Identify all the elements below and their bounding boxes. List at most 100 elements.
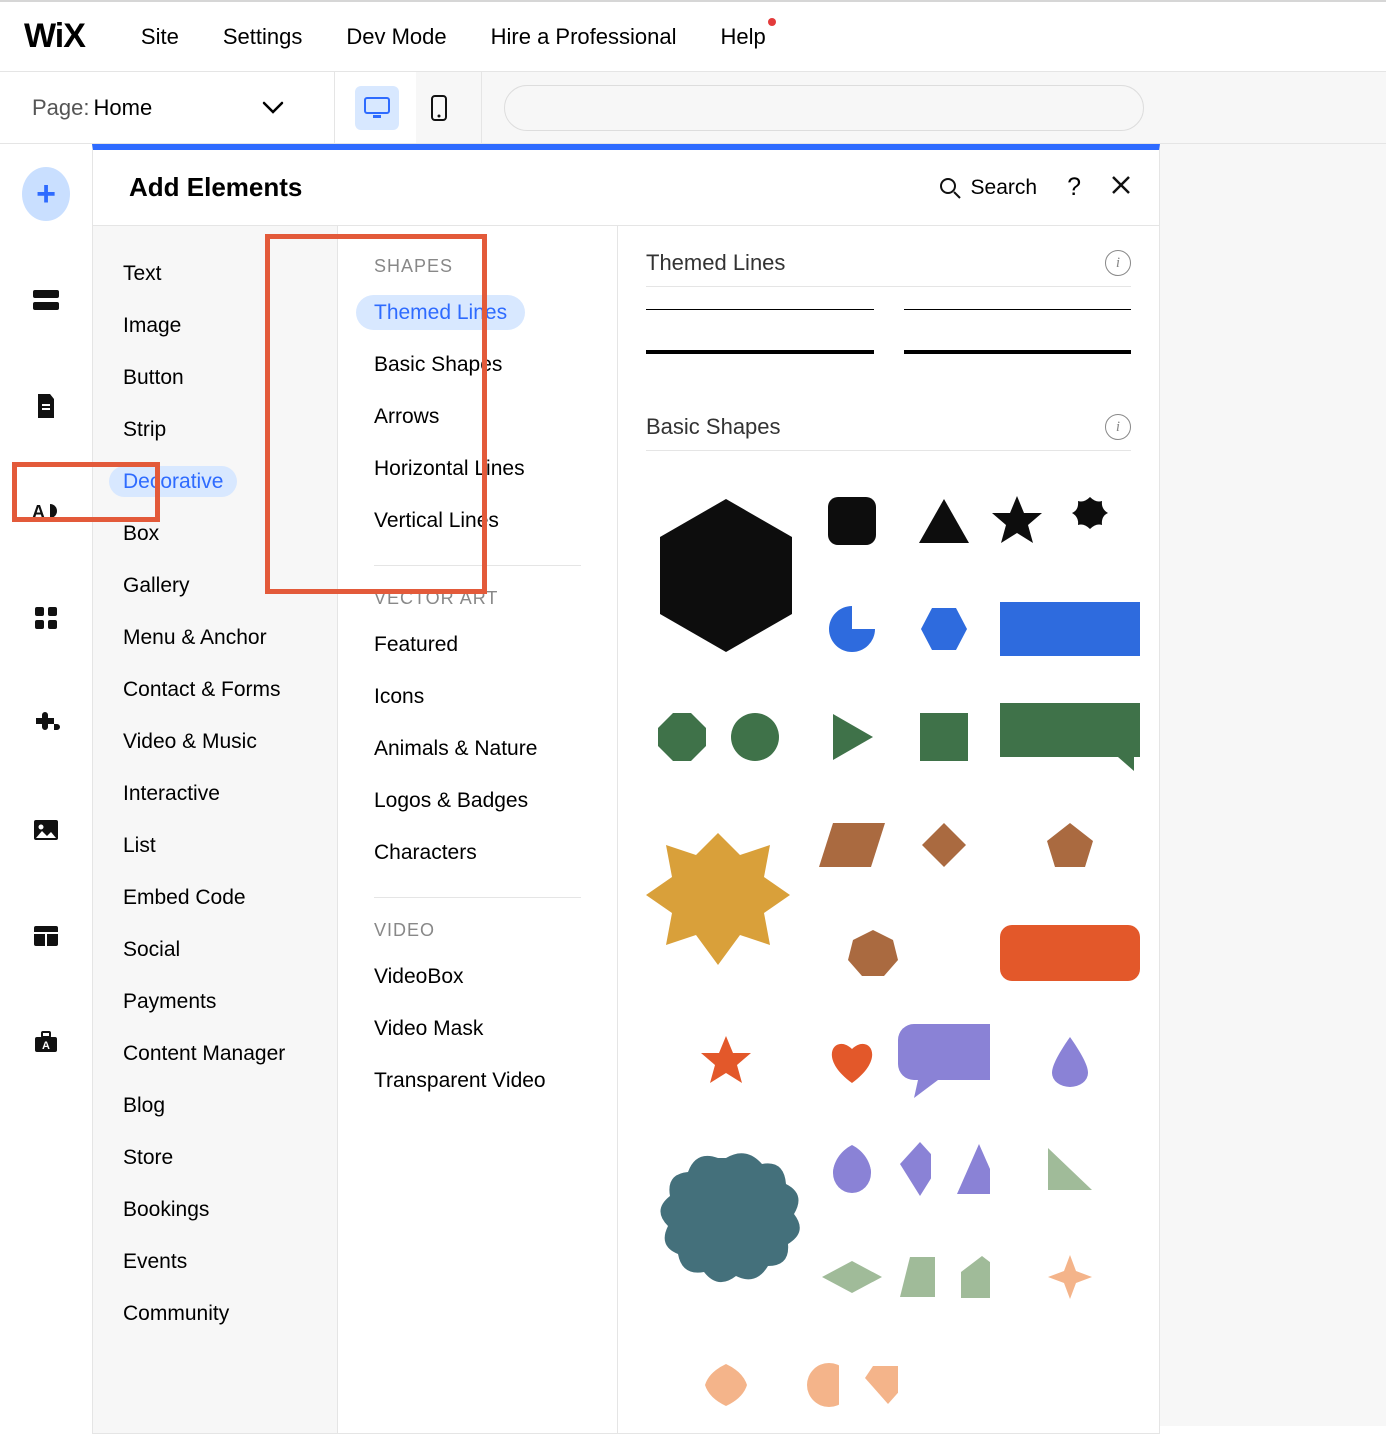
basic-shapes-grid — [646, 473, 1131, 1433]
info-icon[interactable]: i — [1105, 414, 1131, 440]
shape-diamond-brown[interactable] — [898, 797, 990, 893]
info-icon[interactable]: i — [1105, 250, 1131, 276]
cat-menu-anchor[interactable]: Menu & Anchor — [93, 612, 337, 664]
shape-rounded-square-black[interactable] — [806, 473, 898, 569]
shape-circle-peach[interactable] — [806, 1362, 839, 1408]
sub-themed-lines[interactable]: Themed Lines — [338, 287, 617, 339]
sub-transparent-video[interactable]: Transparent Video — [338, 1055, 617, 1107]
shape-flat-diamond-sage[interactable] — [806, 1229, 898, 1325]
shape-circle-green[interactable] — [730, 712, 780, 762]
cat-contact-forms[interactable]: Contact & Forms — [93, 664, 337, 716]
cat-content-manager[interactable]: Content Manager — [93, 1028, 337, 1080]
cat-box[interactable]: Box — [93, 508, 337, 560]
shape-play-green[interactable] — [806, 689, 898, 785]
puzzle-icon — [32, 710, 60, 738]
cat-bookings[interactable]: Bookings — [93, 1184, 337, 1236]
sub-video-mask[interactable]: Video Mask — [338, 1003, 617, 1055]
shape-diamond-rounded-peach[interactable] — [646, 1337, 806, 1433]
pages-rail-button[interactable] — [22, 382, 70, 430]
shape-egg-purple[interactable] — [806, 1121, 898, 1217]
shape-sparkle-peach[interactable] — [990, 1229, 1150, 1325]
shape-burst-black[interactable] — [1064, 495, 1116, 547]
menu-site[interactable]: Site — [141, 24, 179, 50]
mobile-device-button[interactable] — [417, 86, 461, 130]
menu-hire-professional[interactable]: Hire a Professional — [491, 24, 677, 50]
cat-strip[interactable]: Strip — [93, 404, 337, 456]
chevron-down-icon[interactable] — [262, 101, 284, 115]
shape-house-sage[interactable] — [959, 1254, 990, 1300]
line-sample-thin[interactable] — [904, 309, 1132, 310]
shape-sunburst-gold[interactable] — [646, 797, 806, 1001]
shape-parallelogram-brown[interactable] — [806, 797, 898, 893]
menu-settings[interactable]: Settings — [223, 24, 303, 50]
shape-rectangle-blue[interactable] — [990, 581, 1150, 677]
cat-gallery[interactable]: Gallery — [93, 560, 337, 612]
sub-arrows[interactable]: Arrows — [338, 391, 617, 443]
shape-cone-purple[interactable] — [955, 1142, 990, 1196]
desktop-device-button[interactable] — [355, 86, 399, 130]
sub-featured[interactable]: Featured — [338, 619, 617, 671]
panel-search-button[interactable]: Search — [939, 176, 1038, 200]
cat-interactive[interactable]: Interactive — [93, 768, 337, 820]
sub-videobox[interactable]: VideoBox — [338, 951, 617, 1003]
toolbar-search-input[interactable] — [504, 85, 1144, 131]
shape-drop-purple[interactable] — [990, 1013, 1150, 1109]
business-rail-button[interactable]: A — [22, 1018, 70, 1066]
line-sample-thick[interactable] — [904, 350, 1132, 354]
sub-basic-shapes[interactable]: Basic Shapes — [338, 339, 617, 391]
shape-triangle-black[interactable] — [898, 473, 990, 569]
shape-trapezoid-sage[interactable] — [898, 1255, 935, 1299]
shape-pentagon-brown[interactable] — [990, 797, 1150, 893]
sub-horizontal-lines[interactable]: Horizontal Lines — [338, 443, 617, 495]
page-name[interactable]: Home — [94, 95, 153, 121]
cat-store[interactable]: Store — [93, 1132, 337, 1184]
sub-vertical-lines[interactable]: Vertical Lines — [338, 495, 617, 547]
cat-embed-code[interactable]: Embed Code — [93, 872, 337, 924]
shape-kite-purple[interactable] — [898, 1140, 931, 1198]
line-sample-thin[interactable] — [646, 309, 874, 310]
sub-animals-nature[interactable]: Animals & Nature — [338, 723, 617, 775]
cat-events[interactable]: Events — [93, 1236, 337, 1288]
design-rail-button[interactable]: A — [22, 488, 70, 536]
shape-speech-rect-green[interactable] — [990, 689, 1150, 785]
shape-star-black[interactable] — [990, 494, 1044, 548]
apps-rail-button[interactable] — [22, 594, 70, 642]
addons-rail-button[interactable] — [22, 700, 70, 748]
sub-logos-badges[interactable]: Logos & Badges — [338, 775, 617, 827]
shape-star-orange[interactable] — [646, 1013, 806, 1109]
shape-octagon-green[interactable] — [656, 711, 708, 763]
cat-button[interactable]: Button — [93, 352, 337, 404]
panel-close-button[interactable] — [1111, 173, 1131, 202]
shape-gem-peach[interactable] — [863, 1364, 898, 1406]
cat-blog[interactable]: Blog — [93, 1080, 337, 1132]
shape-flower-teal[interactable] — [646, 1121, 806, 1325]
shape-square-green[interactable] — [898, 689, 990, 785]
line-sample-thick[interactable] — [646, 350, 874, 354]
cat-video-music[interactable]: Video & Music — [93, 716, 337, 768]
cat-image[interactable]: Image — [93, 300, 337, 352]
menu-dev-mode[interactable]: Dev Mode — [346, 24, 446, 50]
shape-right-triangle-sage[interactable] — [990, 1121, 1150, 1217]
cat-social[interactable]: Social — [93, 924, 337, 976]
cat-list[interactable]: List — [93, 820, 337, 872]
media-rail-button[interactable] — [22, 806, 70, 854]
shape-hexagon-blue[interactable] — [898, 581, 990, 677]
shape-hexagon-black[interactable] — [646, 473, 806, 677]
sub-icons[interactable]: Icons — [338, 671, 617, 723]
shape-pie-blue[interactable] — [806, 581, 898, 677]
cat-decorative[interactable]: Decorative — [93, 456, 337, 508]
menu-help[interactable]: Help — [721, 24, 766, 50]
shape-speech-bubble-purple[interactable] — [898, 1013, 990, 1109]
sections-rail-button[interactable] — [22, 276, 70, 324]
layout-rail-button[interactable] — [22, 912, 70, 960]
cat-text[interactable]: Text — [93, 248, 337, 300]
themed-lines-title: Themed Lines — [646, 250, 785, 276]
cat-community[interactable]: Community — [93, 1288, 337, 1340]
shape-heart-orange[interactable] — [806, 1013, 898, 1109]
cat-payments[interactable]: Payments — [93, 976, 337, 1028]
panel-help-button[interactable]: ? — [1067, 173, 1081, 202]
add-elements-rail-button[interactable]: + — [22, 170, 70, 218]
shape-heptagon-brown[interactable] — [806, 905, 990, 1001]
shape-rounded-rect-orange[interactable] — [990, 905, 1150, 1001]
sub-characters[interactable]: Characters — [338, 827, 617, 879]
